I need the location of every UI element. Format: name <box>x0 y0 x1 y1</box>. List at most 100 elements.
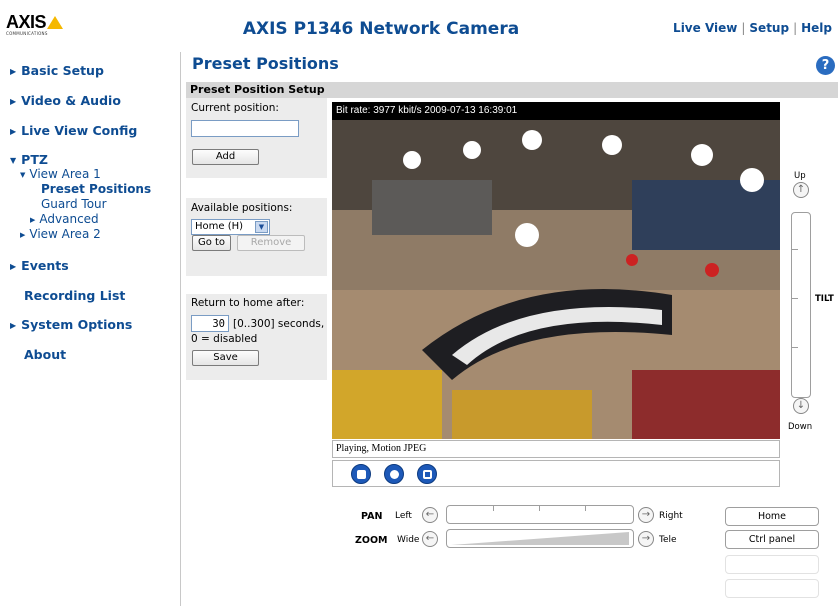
stop-button[interactable] <box>351 464 371 484</box>
logo-subtext: COMMUNICATIONS <box>6 31 48 36</box>
arrow-up-icon: ↑ <box>796 184 806 195</box>
add-button[interactable]: Add <box>192 149 259 165</box>
zoom-slider[interactable] <box>446 529 634 548</box>
fullscreen-icon <box>423 470 432 479</box>
nav-help[interactable]: Help <box>801 21 832 35</box>
sidebar-item-video-audio[interactable]: ▶ Video & Audio <box>10 93 121 108</box>
sidebar-item-guard-tour[interactable]: Guard Tour <box>41 197 107 211</box>
sidebar-item-preset-positions[interactable]: Preset Positions <box>41 182 151 196</box>
tilt-tick <box>792 347 798 348</box>
chevron-down-icon[interactable]: ▼ <box>255 221 268 233</box>
zoom-wide-label: Wide <box>397 535 420 545</box>
video-status: Playing, Motion JPEG <box>332 440 780 458</box>
section-header: Preset Position Setup <box>186 82 838 98</box>
logo-triangle-icon <box>47 16 64 29</box>
arrow-right-icon: → <box>641 533 651 544</box>
available-positions-value: Home (H) <box>195 221 244 232</box>
pan-tick <box>539 506 540 511</box>
tilt-down-label: Down <box>788 422 813 432</box>
triangle-right-icon: ▶ <box>20 231 26 239</box>
video-overlay-text: Bit rate: 3977 kbit/s 2009-07-13 16:39:0… <box>332 102 780 120</box>
arrow-left-icon: ← <box>425 509 435 520</box>
axis-logo: AXIS COMMUNICATIONS <box>6 12 86 38</box>
pan-right-button[interactable]: → <box>638 507 654 523</box>
home-button[interactable]: Home <box>725 507 819 526</box>
triangle-right-icon: ▶ <box>10 67 17 76</box>
triangle-right-icon: ▶ <box>10 321 17 330</box>
triangle-down-icon: ▼ <box>10 156 17 165</box>
sidebar-item-system-options[interactable]: ▶ System Options <box>10 317 132 332</box>
nav-live-view[interactable]: Live View <box>673 21 737 35</box>
remove-button: Remove <box>237 235 305 251</box>
triangle-right-icon: ▶ <box>30 216 36 224</box>
sidebar-item-advanced[interactable]: ▶ Advanced <box>30 212 99 226</box>
zoom-tele-label: Tele <box>659 535 677 545</box>
stop-icon <box>357 470 366 479</box>
nav-separator: | <box>793 21 798 35</box>
pan-tick <box>493 506 494 511</box>
save-button[interactable]: Save <box>192 350 259 366</box>
pan-label: PAN <box>361 511 383 522</box>
zoom-label: ZOOM <box>355 535 388 546</box>
current-position-label: Current position: <box>191 102 279 114</box>
pan-left-button[interactable]: ← <box>422 507 438 523</box>
nav-separator: | <box>741 21 746 35</box>
pan-left-label: Left <box>395 511 412 521</box>
snapshot-button[interactable] <box>384 464 404 484</box>
sidebar-item-view-area-2[interactable]: ▶ View Area 2 <box>20 227 101 241</box>
available-positions-label: Available positions: <box>191 202 293 214</box>
goto-button[interactable]: Go to <box>192 235 231 251</box>
sidebar-item-view-area-1[interactable]: ▼ View Area 1 <box>20 167 101 181</box>
sidebar-item-basic-setup[interactable]: ▶ Basic Setup <box>10 63 104 78</box>
fullscreen-button[interactable] <box>417 464 437 484</box>
pan-tick <box>585 506 586 511</box>
pan-slider[interactable] <box>446 505 634 524</box>
current-position-input[interactable] <box>191 120 299 137</box>
page-header-title: AXIS P1346 Network Camera <box>242 19 520 39</box>
arrow-left-icon: ← <box>425 533 435 544</box>
ctrl-panel-button[interactable]: Ctrl panel <box>725 530 819 549</box>
top-nav: Live View | Setup | Help <box>673 21 832 35</box>
zoom-wedge <box>451 532 629 545</box>
tilt-tick <box>792 249 798 250</box>
tilt-down-button[interactable]: ↓ <box>793 398 809 414</box>
page-title: Preset Positions <box>192 54 339 73</box>
nav-setup[interactable]: Setup <box>749 21 789 35</box>
pan-right-label: Right <box>659 511 683 521</box>
sidebar-item-ptz[interactable]: ▼ PTZ <box>10 152 48 167</box>
tilt-tick <box>792 298 798 299</box>
triangle-down-icon: ▼ <box>20 171 26 179</box>
return-home-label: Return to home after: <box>191 297 305 309</box>
zoom-tele-button[interactable]: → <box>638 531 654 547</box>
return-home-range: [0..300] seconds, <box>233 318 325 330</box>
triangle-right-icon: ▶ <box>10 97 17 106</box>
return-home-panel: Return to home after: [0..300] seconds, … <box>186 294 327 380</box>
arrow-right-icon: → <box>641 509 651 520</box>
logo-text: AXIS <box>6 12 47 32</box>
help-icon[interactable]: ? <box>816 56 835 75</box>
zoom-wide-button[interactable]: ← <box>422 531 438 547</box>
camera-icon <box>390 470 399 479</box>
return-home-note: 0 = disabled <box>191 333 258 345</box>
available-positions-select[interactable]: Home (H) ▼ <box>191 219 270 235</box>
video-stream[interactable]: Bit rate: 3977 kbit/s 2009-07-13 16:39:0… <box>332 102 780 439</box>
camera-image <box>332 120 780 439</box>
video-control-bar <box>332 460 780 487</box>
sidebar-item-about[interactable]: About <box>24 347 66 362</box>
empty-button-slot <box>725 579 819 598</box>
sidebar: ▶ Basic Setup ▶ Video & Audio ▶ Live View C… <box>0 52 181 606</box>
tilt-up-label: Up <box>794 171 806 181</box>
empty-button-slot <box>725 555 819 574</box>
sidebar-item-events[interactable]: ▶ Events <box>10 258 69 273</box>
triangle-right-icon: ▶ <box>10 262 17 271</box>
sidebar-item-live-view-config[interactable]: ▶ Live View Config <box>10 123 137 138</box>
tilt-up-button[interactable]: ↑ <box>793 182 809 198</box>
sidebar-item-recording-list[interactable]: Recording List <box>24 288 125 303</box>
return-home-input[interactable] <box>191 315 229 332</box>
tilt-slider[interactable] <box>791 212 811 398</box>
arrow-down-icon: ↓ <box>796 400 806 411</box>
tilt-label: TILT <box>815 294 834 304</box>
current-position-panel: Current position: Add <box>186 98 327 178</box>
available-positions-panel: Available positions: Home (H) ▼ Go to Re… <box>186 198 327 276</box>
triangle-right-icon: ▶ <box>10 127 17 136</box>
